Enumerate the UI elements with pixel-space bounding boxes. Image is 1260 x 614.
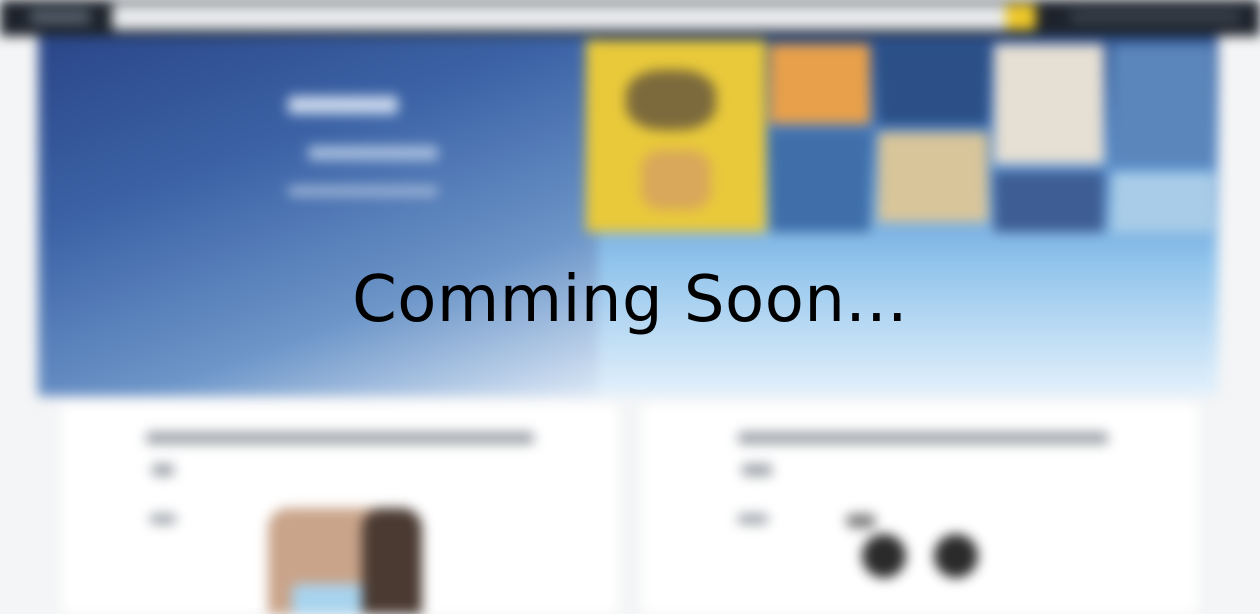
hero-tile bbox=[1112, 44, 1214, 164]
hero-tile bbox=[770, 44, 870, 124]
hero-tile bbox=[878, 44, 988, 124]
search-icon bbox=[1006, 4, 1036, 30]
hero-tile bbox=[770, 132, 870, 232]
hero-tile bbox=[994, 44, 1104, 164]
product-card bbox=[62, 404, 618, 614]
search-input bbox=[112, 4, 1032, 30]
hero-heading-placeholder bbox=[288, 96, 398, 114]
hero-subheading-placeholder bbox=[308, 146, 438, 160]
hero-tile bbox=[878, 132, 988, 222]
hero-tile bbox=[994, 172, 1104, 232]
nav-account-links bbox=[1070, 11, 1240, 23]
hero-banner bbox=[38, 36, 1218, 396]
product-card bbox=[642, 404, 1198, 614]
hero-caption-placeholder bbox=[288, 186, 438, 196]
site-logo bbox=[30, 10, 90, 24]
hero-tile bbox=[1112, 172, 1214, 232]
hero-tile bbox=[586, 40, 766, 232]
hero-banner-left bbox=[38, 36, 598, 396]
coming-soon-message: Comming Soon... bbox=[352, 263, 908, 337]
top-navigation-bar bbox=[0, 0, 1260, 36]
